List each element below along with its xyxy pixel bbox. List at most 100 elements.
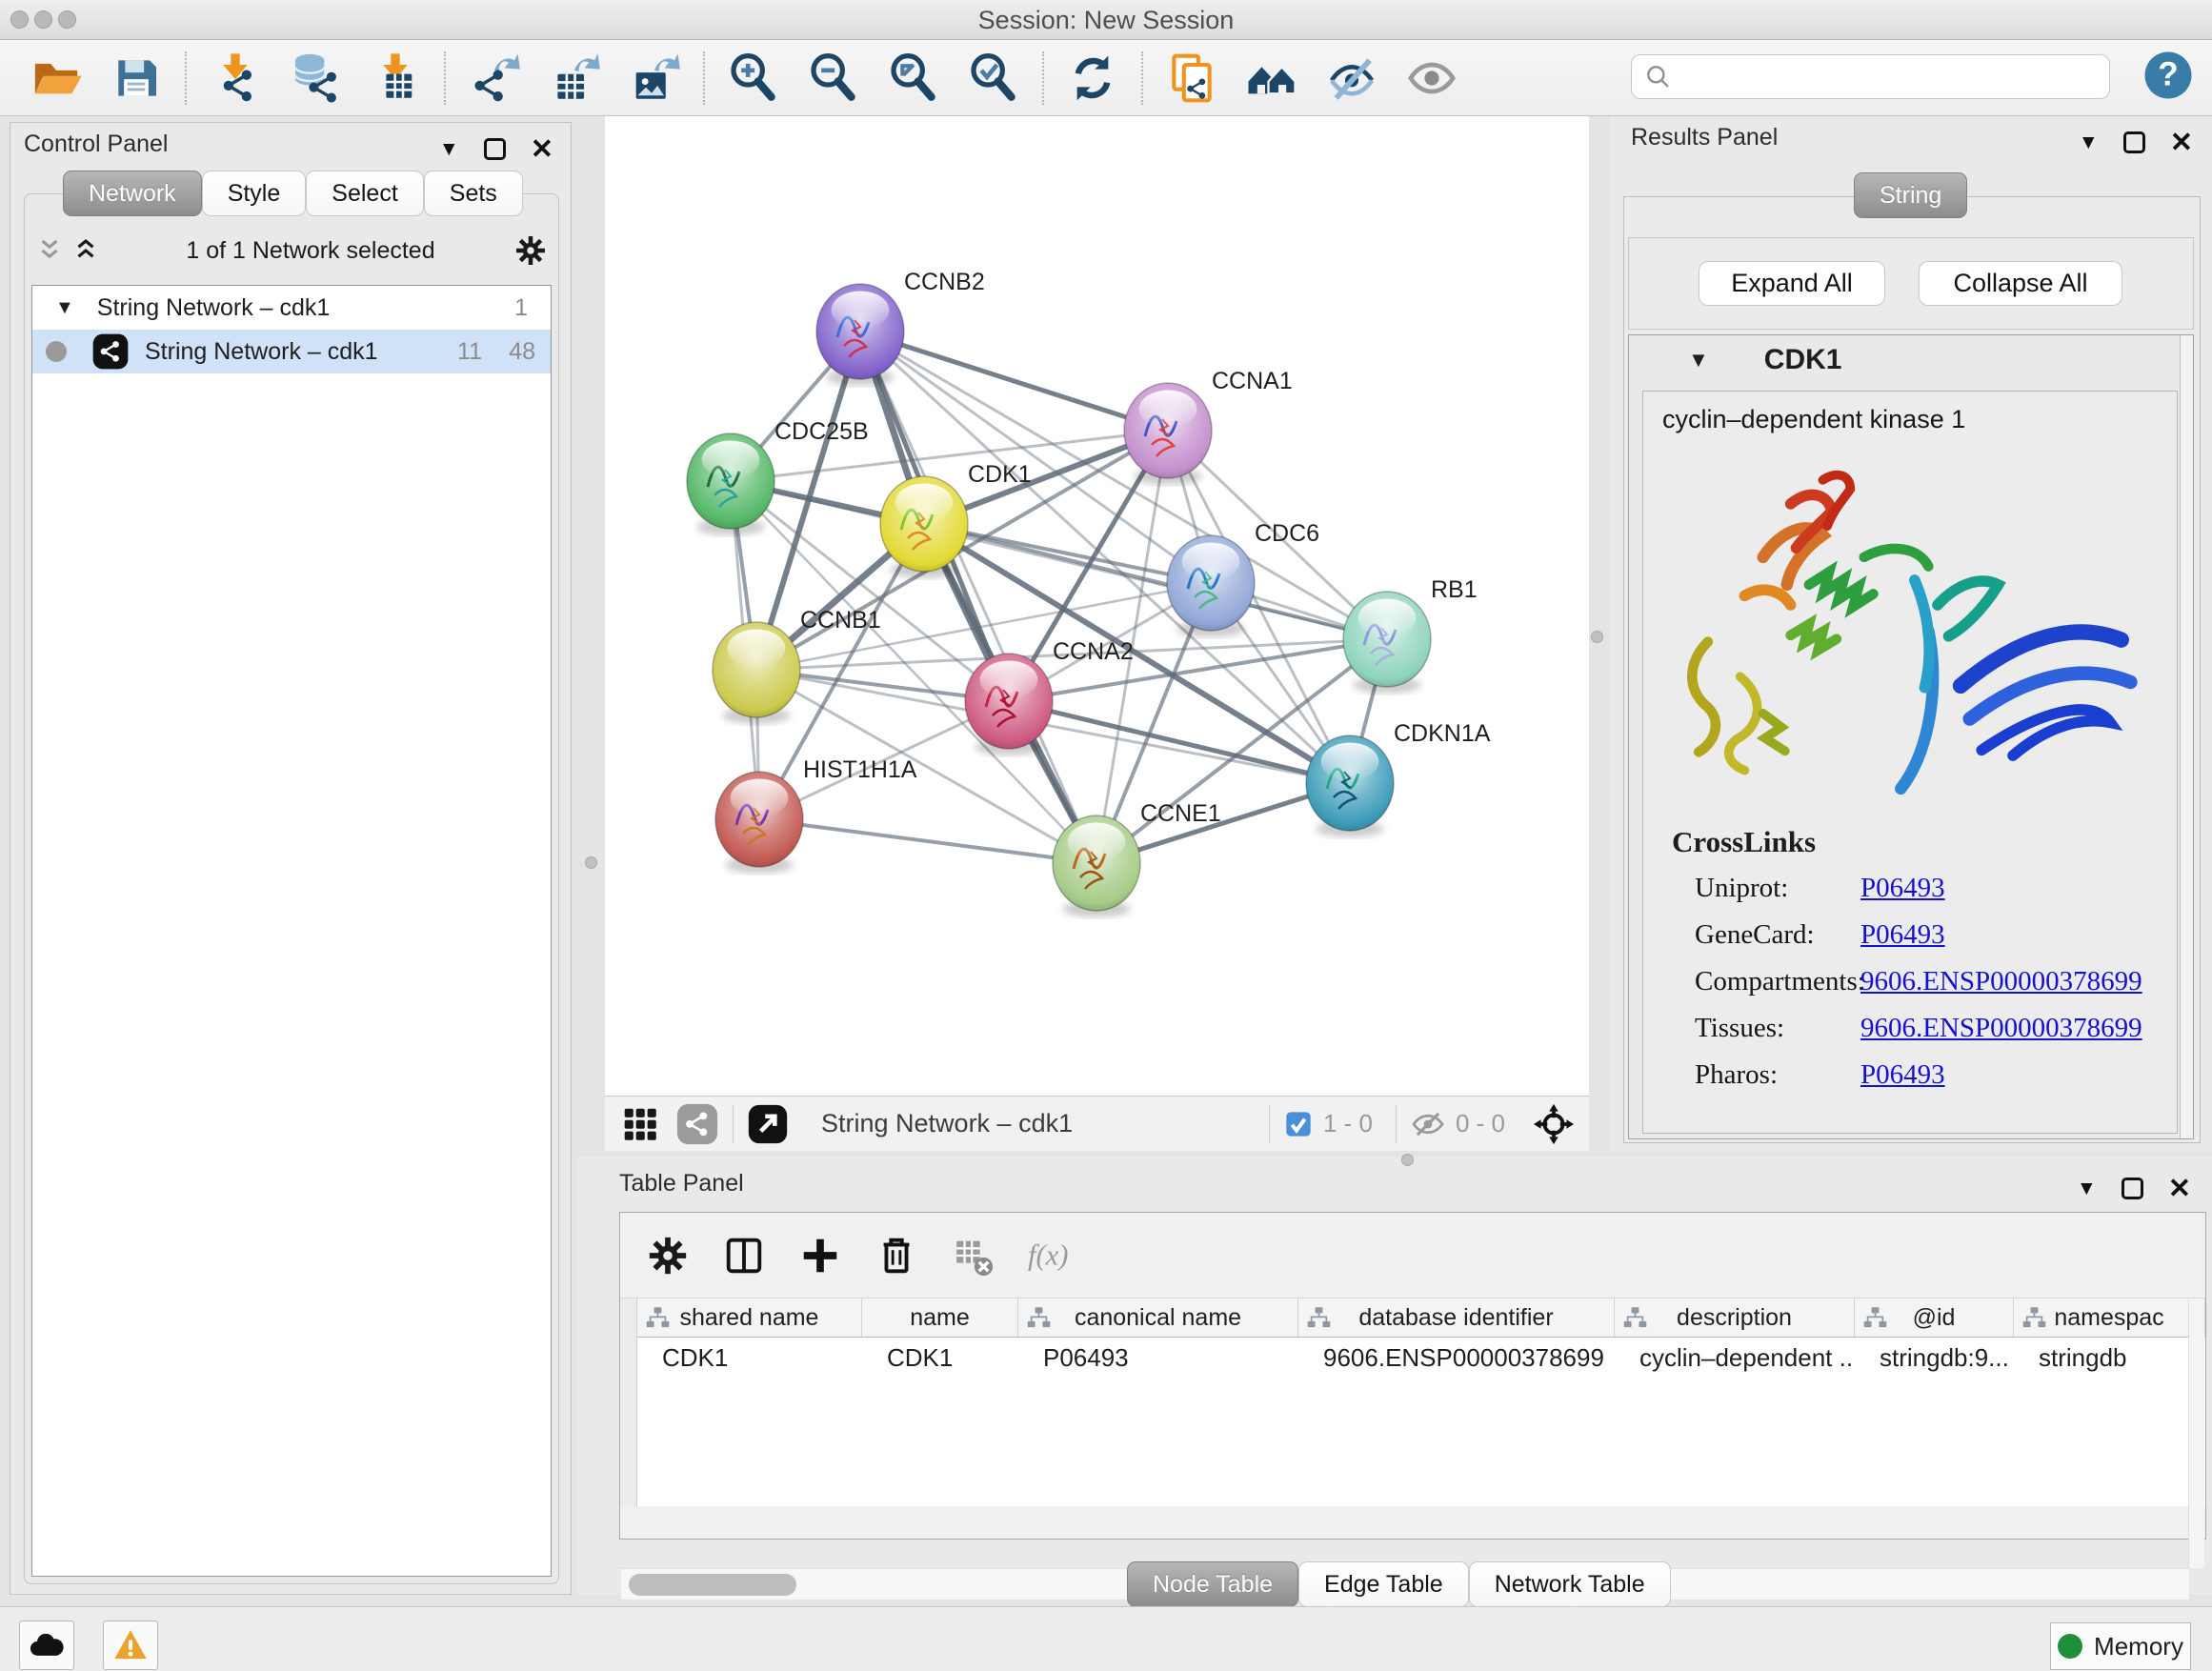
delete-table-button[interactable] bbox=[950, 1233, 995, 1278]
float-panel-button[interactable] bbox=[484, 138, 506, 160]
add-column-button[interactable] bbox=[797, 1233, 843, 1278]
close-window-button[interactable] bbox=[10, 10, 29, 29]
close-panel-button[interactable]: ✕ bbox=[531, 132, 553, 166]
tab-node-table[interactable]: Node Table bbox=[1127, 1561, 1298, 1607]
collapse-all-button[interactable]: Collapse All bbox=[1919, 261, 2122, 306]
zoom-window-button[interactable] bbox=[58, 10, 76, 29]
import-table-button[interactable] bbox=[366, 49, 425, 108]
tab-string[interactable]: String bbox=[1854, 172, 1967, 218]
birdseye-view-icon[interactable] bbox=[1532, 1102, 1576, 1146]
import-database-button[interactable] bbox=[286, 49, 345, 108]
section-collapse-icon[interactable]: ▼ bbox=[1688, 348, 1709, 372]
vertical-scrollbar[interactable] bbox=[2188, 1299, 2204, 1568]
search-input[interactable] bbox=[1674, 58, 2109, 96]
refresh-button[interactable] bbox=[1063, 49, 1122, 108]
network-label: String Network – cdk1 bbox=[145, 338, 419, 366]
crosslink-label: GeneCard: bbox=[1672, 919, 1860, 951]
open-session-button[interactable] bbox=[27, 49, 86, 108]
crosslink-link[interactable]: P06493 bbox=[1860, 873, 1945, 904]
network-node-rb1[interactable] bbox=[1343, 592, 1431, 694]
network-overview-icon[interactable] bbox=[675, 1102, 719, 1146]
tree-expander-icon[interactable]: ▼ bbox=[55, 297, 74, 319]
save-session-button[interactable] bbox=[107, 49, 166, 108]
grid-view-icon[interactable] bbox=[618, 1102, 662, 1146]
network-collection-row[interactable]: ▼ String Network – cdk1 1 bbox=[32, 286, 551, 330]
expand-all-networks-icon[interactable] bbox=[71, 236, 100, 265]
zoom-selected-button[interactable] bbox=[964, 49, 1023, 108]
panel-menu-button[interactable]: ▼ bbox=[2077, 1178, 2097, 1200]
network-node-ccna1[interactable] bbox=[1124, 383, 1212, 485]
tab-style[interactable]: Style bbox=[202, 171, 307, 216]
tab-select[interactable]: Select bbox=[306, 171, 423, 216]
collapse-all-networks-icon[interactable] bbox=[35, 236, 64, 265]
expand-all-button[interactable]: Expand All bbox=[1699, 261, 1885, 306]
trash-button[interactable] bbox=[874, 1233, 919, 1278]
table-row[interactable]: CDK1CDK1P064939606.ENSP00000378699cyclin… bbox=[637, 1338, 2205, 1378]
close-panel-button[interactable]: ✕ bbox=[2168, 1172, 2191, 1205]
column-header-canonical-name[interactable]: canonical name bbox=[1018, 1299, 1298, 1337]
float-panel-button[interactable] bbox=[2123, 131, 2145, 153]
network-node-ccne1[interactable] bbox=[1053, 815, 1140, 917]
horizontal-splitter-handle[interactable] bbox=[1401, 1154, 1414, 1166]
network-node-ccnb1[interactable] bbox=[713, 622, 800, 724]
network-row[interactable]: String Network – cdk1 11 48 bbox=[32, 330, 551, 373]
node-label: CCNA2 bbox=[1053, 638, 1134, 665]
export-image-button[interactable] bbox=[625, 49, 684, 108]
search-field bbox=[1631, 54, 2110, 99]
network-node-ccnb2[interactable] bbox=[816, 284, 904, 386]
tab-network[interactable]: Network bbox=[63, 171, 202, 216]
cloud-button[interactable] bbox=[19, 1621, 74, 1670]
network-node-cdc25b[interactable] bbox=[687, 433, 774, 535]
network-canvas[interactable]: CCNB2CCNA1CDC25BCDK1CDC6RB1CCNB1CCNA2CDK… bbox=[605, 116, 1589, 1096]
column-header-id[interactable]: @id bbox=[1855, 1299, 2014, 1337]
column-header-name[interactable]: name bbox=[862, 1299, 1018, 1337]
minimize-window-button[interactable] bbox=[34, 10, 52, 29]
zoom-in-button[interactable] bbox=[724, 49, 783, 108]
function-builder-button[interactable]: f(x) bbox=[1026, 1233, 1072, 1278]
show-all-button[interactable] bbox=[1402, 49, 1461, 108]
panel-menu-button[interactable]: ▼ bbox=[2079, 131, 2099, 154]
warning-button[interactable] bbox=[103, 1621, 158, 1670]
tab-edge-table[interactable]: Edge Table bbox=[1298, 1561, 1469, 1607]
split-columns-button[interactable] bbox=[721, 1233, 767, 1278]
crosslink-link[interactable]: P06493 bbox=[1860, 1059, 1945, 1091]
network-node-cdkn1a[interactable] bbox=[1306, 735, 1394, 837]
node-label: CDC25B bbox=[774, 418, 869, 445]
zoom-out-button[interactable] bbox=[804, 49, 863, 108]
memory-button[interactable]: Memory bbox=[2050, 1622, 2191, 1670]
scrollbar-thumb[interactable] bbox=[629, 1574, 796, 1596]
crosslink-link[interactable]: 9606.ENSP00000378699 bbox=[1860, 1013, 2142, 1044]
zoom-fit-button[interactable] bbox=[884, 49, 943, 108]
network-options-gear-icon[interactable] bbox=[513, 233, 548, 268]
crosslink-link[interactable]: P06493 bbox=[1860, 919, 1945, 951]
gear-button[interactable] bbox=[645, 1233, 691, 1278]
import-network-button[interactable] bbox=[206, 49, 265, 108]
tab-network-table[interactable]: Network Table bbox=[1469, 1561, 1671, 1607]
results-panel: Results Panel ▼ ✕ String Expand All Coll… bbox=[1610, 116, 2212, 1151]
string-results-container: Expand All Collapse All ▼ CDK1 cyclin–de… bbox=[1623, 196, 2201, 1143]
export-table-button[interactable] bbox=[545, 49, 604, 108]
right-splitter-handle[interactable] bbox=[1591, 631, 1603, 643]
hide-selected-button[interactable] bbox=[1322, 49, 1381, 108]
string-home-button[interactable] bbox=[1242, 49, 1301, 108]
panel-menu-button[interactable]: ▼ bbox=[439, 138, 459, 161]
column-header-database-identifier[interactable]: database identifier bbox=[1298, 1299, 1615, 1337]
network-node-cdc6[interactable] bbox=[1167, 535, 1255, 637]
close-panel-button[interactable]: ✕ bbox=[2170, 126, 2193, 159]
protein-section-header[interactable]: ▼ CDK1 bbox=[1629, 335, 2178, 385]
export-network-button[interactable] bbox=[465, 49, 524, 108]
left-splitter-handle[interactable] bbox=[585, 856, 597, 869]
crosslink-link[interactable]: 9606.ENSP00000378699 bbox=[1860, 966, 2142, 997]
network-node-hist1h1a[interactable] bbox=[715, 772, 803, 874]
column-header-description[interactable]: description bbox=[1615, 1299, 1855, 1337]
export-view-icon[interactable] bbox=[747, 1103, 789, 1145]
selected-nodes-checkbox[interactable] bbox=[1283, 1109, 1314, 1139]
tab-sets[interactable]: Sets bbox=[424, 171, 523, 216]
network-tree: ▼ String Network – cdk1 1 String Network… bbox=[31, 285, 552, 1577]
copy-network-button[interactable] bbox=[1162, 49, 1221, 108]
column-header-shared-name[interactable]: shared name bbox=[637, 1299, 862, 1337]
column-header-namespac[interactable]: namespac bbox=[2014, 1299, 2205, 1337]
results-scrollbar[interactable] bbox=[2180, 335, 2193, 1138]
help-button[interactable]: ? bbox=[2142, 49, 2195, 102]
float-panel-button[interactable] bbox=[2122, 1178, 2143, 1199]
